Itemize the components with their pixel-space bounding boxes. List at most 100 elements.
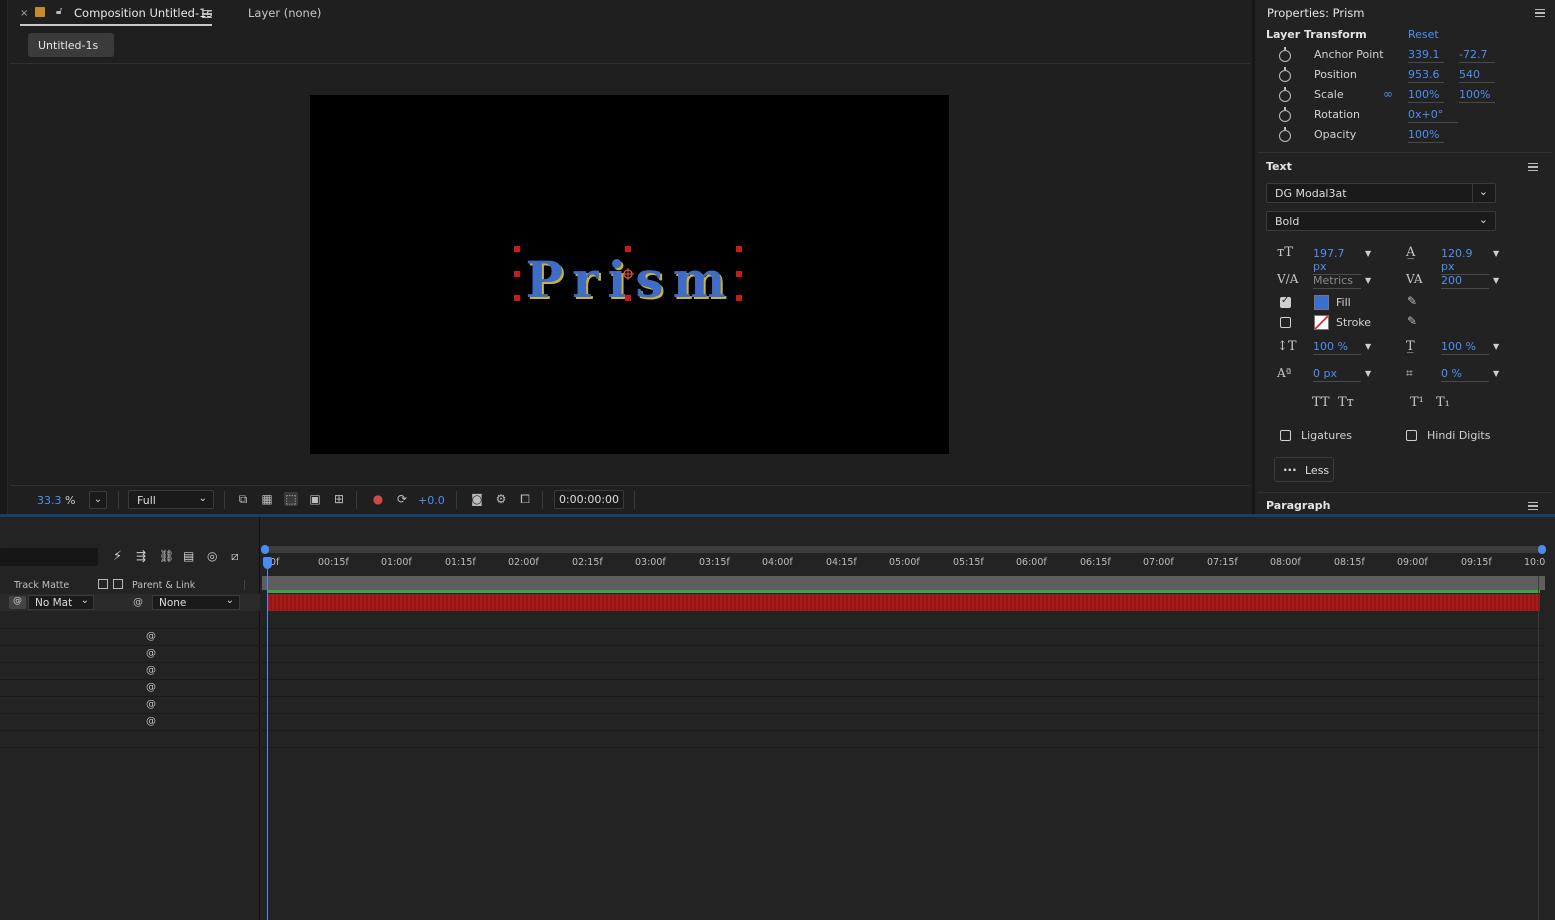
- snapshot-camera-icon[interactable]: ◙: [470, 492, 484, 506]
- hindi-digits-checkbox[interactable]: [1406, 430, 1417, 441]
- matte-invert-icon[interactable]: [113, 579, 123, 589]
- kerning-value[interactable]: Metrics: [1313, 274, 1361, 289]
- property-row[interactable]: @: [0, 646, 260, 663]
- stroke-checkbox[interactable]: [1280, 317, 1291, 328]
- draft-3d-icon[interactable]: ⚡: [113, 549, 122, 564]
- playhead-handle[interactable]: [263, 557, 272, 569]
- property-row[interactable]: @: [0, 714, 260, 731]
- work-area-end-handle[interactable]: [1538, 545, 1546, 554]
- stopwatch-icon[interactable]: [1279, 107, 1291, 122]
- paragraph-menu-icon[interactable]: [1528, 502, 1538, 510]
- matte-mode-icon[interactable]: [98, 579, 108, 589]
- font-family-dropdown[interactable]: DG Modal3at ⌄: [1266, 183, 1496, 203]
- caret-down-icon[interactable]: ▼: [1493, 249, 1499, 258]
- zoom-dropdown-icon[interactable]: ⌄: [89, 491, 107, 509]
- horizontal-scale-value[interactable]: 100 %: [1441, 340, 1489, 355]
- tsume-value[interactable]: 0 %: [1441, 367, 1489, 382]
- fill-checkbox[interactable]: [1280, 295, 1291, 308]
- opacity-value[interactable]: 100%: [1408, 128, 1444, 143]
- property-row[interactable]: @: [0, 663, 260, 680]
- property-row[interactable]: @: [0, 629, 260, 646]
- pick-whip-icon[interactable]: @: [146, 699, 156, 710]
- layer-transform-heading[interactable]: Layer Transform: [1266, 28, 1367, 41]
- views-layout-icon[interactable]: ⧠: [518, 492, 532, 506]
- stopwatch-icon[interactable]: [1279, 127, 1291, 142]
- caret-down-icon[interactable]: ▼: [1365, 249, 1371, 258]
- subscript-button[interactable]: T₁: [1436, 395, 1450, 410]
- comp-breadcrumb-chip[interactable]: Untitled-1s: [28, 33, 114, 57]
- show-snapshot-icon[interactable]: ⚙: [494, 492, 508, 506]
- resolution-dropdown[interactable]: Full ⌄: [128, 490, 214, 509]
- pick-whip-icon[interactable]: @: [146, 648, 156, 659]
- text-section-menu-icon[interactable]: [1528, 163, 1538, 171]
- current-time-field[interactable]: 0:00:00:00: [554, 490, 624, 509]
- pick-whip-icon[interactable]: @: [146, 682, 156, 693]
- parent-dropdown[interactable]: None ⌄: [152, 595, 240, 610]
- region-of-interest-icon[interactable]: ▣: [308, 492, 322, 506]
- small-caps-button[interactable]: Tт: [1338, 395, 1354, 410]
- caret-down-icon[interactable]: ▼: [1365, 342, 1371, 351]
- position-x[interactable]: 953.6: [1408, 68, 1444, 83]
- properties-menu-icon[interactable]: [1535, 9, 1545, 17]
- pick-whip-icon[interactable]: @: [146, 716, 156, 727]
- anchor-point-y[interactable]: -72.7: [1459, 48, 1495, 63]
- shy-layers-icon[interactable]: ⇶: [136, 549, 146, 563]
- baseline-shift-value[interactable]: 0 px: [1313, 367, 1361, 382]
- ligatures-checkbox[interactable]: [1280, 430, 1291, 441]
- property-row[interactable]: [0, 731, 260, 748]
- reset-button[interactable]: Reset: [1408, 28, 1439, 41]
- caret-down-icon[interactable]: ▼: [1365, 369, 1371, 378]
- superscript-button[interactable]: T¹: [1410, 395, 1424, 410]
- parent-link-header[interactable]: Parent & Link: [132, 580, 195, 591]
- scale-y[interactable]: 100%: [1459, 88, 1495, 103]
- pick-whip-icon[interactable]: @: [146, 631, 156, 642]
- caret-down-icon[interactable]: ▼: [1493, 276, 1499, 285]
- all-caps-button[interactable]: TT: [1312, 395, 1330, 410]
- fill-eyedropper-icon[interactable]: ✎: [1407, 294, 1417, 308]
- close-tab-icon[interactable]: ×: [20, 8, 28, 19]
- tracking-value[interactable]: 200: [1441, 274, 1489, 289]
- frame-blending-icon[interactable]: ⛓: [159, 549, 174, 563]
- zoom-value[interactable]: 33.3: [37, 494, 62, 507]
- vertical-scale-value[interactable]: 100 %: [1313, 340, 1361, 355]
- caret-down-icon[interactable]: ▼: [1493, 342, 1499, 351]
- leading-value[interactable]: 120.9 px: [1441, 247, 1489, 275]
- pick-whip-icon[interactable]: @: [133, 597, 143, 608]
- track-matte-dropdown[interactable]: No Mat ⌄: [28, 595, 94, 610]
- rotation-value[interactable]: 0x+0°: [1408, 108, 1458, 123]
- stopwatch-icon[interactable]: [1279, 47, 1291, 62]
- grid-guides-icon[interactable]: ⊞: [332, 492, 346, 506]
- stopwatch-icon[interactable]: [1279, 67, 1291, 82]
- scale-x[interactable]: 100%: [1408, 88, 1444, 103]
- channel-icon[interactable]: ●: [371, 492, 385, 506]
- stroke-eyedropper-icon[interactable]: ✎: [1407, 314, 1417, 328]
- work-area-bar[interactable]: [262, 546, 1545, 553]
- property-row[interactable]: @: [0, 680, 260, 697]
- mask-path-icon[interactable]: ⬚: [284, 492, 298, 506]
- transparency-grid-icon[interactable]: ▦: [260, 492, 274, 506]
- motion-blur-icon[interactable]: ▤: [183, 549, 194, 563]
- less-button[interactable]: ... Less: [1274, 457, 1334, 482]
- tab-composition[interactable]: Composition Untitled-1s: [74, 6, 212, 20]
- stroke-color-swatch[interactable]: [1314, 315, 1329, 330]
- font-size-value[interactable]: 197.7 px: [1313, 247, 1361, 275]
- fast-preview-icon[interactable]: ⧉: [236, 492, 250, 506]
- property-row[interactable]: [0, 612, 260, 629]
- font-style-dropdown[interactable]: Bold ⌄: [1266, 211, 1496, 231]
- caret-down-icon[interactable]: ▼: [1365, 276, 1371, 285]
- caret-down-icon[interactable]: ▼: [1493, 369, 1499, 378]
- property-row[interactable]: @: [0, 697, 260, 714]
- reset-exposure-icon[interactable]: ⟳: [395, 492, 409, 506]
- fill-color-swatch[interactable]: [1314, 295, 1329, 310]
- timeline-search-input[interactable]: [0, 548, 98, 566]
- track-matte-header[interactable]: Track Matte: [14, 580, 69, 591]
- prism-text-layer[interactable]: Prism Prism: [512, 242, 748, 312]
- layer-duration-bar[interactable]: [268, 594, 1540, 611]
- stopwatch-icon[interactable]: [1279, 87, 1291, 102]
- playhead-line[interactable]: [267, 560, 268, 920]
- paragraph-heading[interactable]: Paragraph: [1266, 499, 1330, 512]
- timeline-chart-icon[interactable]: ⧄: [231, 549, 239, 564]
- text-heading[interactable]: Text: [1266, 160, 1292, 173]
- tab-layer[interactable]: Layer (none): [248, 6, 321, 20]
- exposure-value[interactable]: +0.0: [418, 494, 445, 507]
